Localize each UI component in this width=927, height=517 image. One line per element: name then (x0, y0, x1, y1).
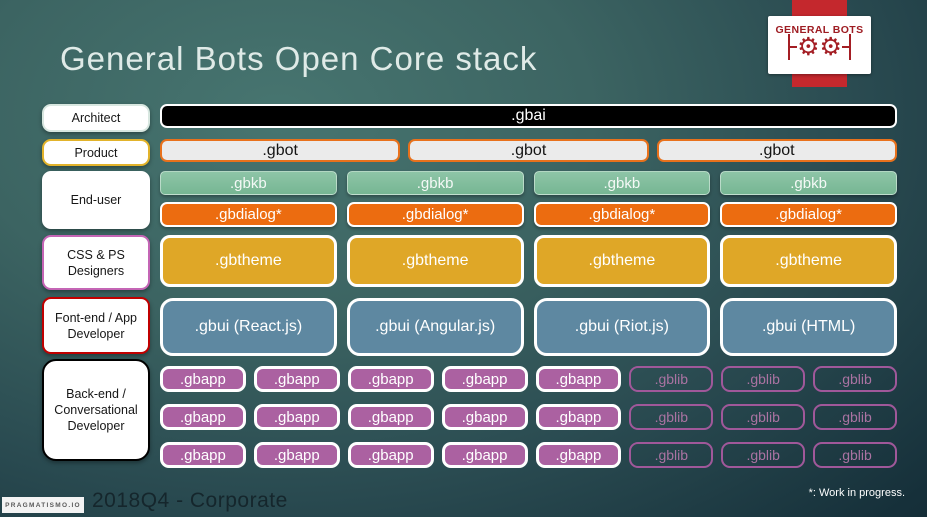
gbapp-box: .gbapp (441, 404, 528, 430)
gblib-box: .gblib (629, 366, 714, 392)
gbtheme-box: .gbtheme (533, 235, 711, 287)
row-label-end-user: End-user (42, 171, 150, 229)
gblib-box: .gblib (721, 404, 806, 430)
gbapp-box: .gbapp (253, 404, 340, 430)
gbkb-box: .gbkb (160, 171, 337, 195)
gear-icon: ⚙ (797, 33, 820, 61)
row-gbtheme: .gbtheme .gbtheme .gbtheme .gbtheme (160, 235, 897, 287)
gbdialog-box: .gbdialog* (533, 202, 711, 227)
gbot-box: .gbot (408, 139, 649, 162)
row-gbapp-3: .gbapp .gbapp .gbapp .gbapp .gbapp .gblib .gbl… (160, 442, 897, 468)
row-gbapp-2: .gbapp .gbapp .gbapp .gbapp .gbapp .gblib .gbl… (160, 404, 897, 430)
gblib-box: .gblib (813, 442, 897, 468)
gbkb-box: .gbkb (346, 171, 524, 195)
pragmatismo-logo-badge: PRAGMATISMO.IO (2, 497, 84, 513)
gear-right-bar (848, 34, 852, 60)
row-gbapp-1: .gbapp .gbapp .gbapp .gbapp .gbapp .gblib .gbl… (160, 366, 897, 392)
gbdialog-box: .gbdialog* (346, 202, 524, 227)
gbui-box: .gbui (HTML) (720, 298, 897, 356)
slide-background: General Bots Open Core stack GENERAL BOT… (0, 0, 927, 517)
gbdialog-box: .gbdialog* (160, 202, 337, 227)
footer-version-text: 2018Q4 - Corporate (92, 489, 288, 512)
gear-right-dash (841, 45, 849, 49)
row-gbui: .gbui (React.js) .gbui (Angular.js) .gbui … (160, 298, 897, 356)
gblib-box: .gblib (721, 442, 806, 468)
gears-icon: ⚙ ⚙ (768, 34, 871, 60)
gblib-box: .gblib (721, 366, 806, 392)
row-label-product: Product (42, 139, 150, 166)
row-gbot: .gbot .gbot .gbot (160, 139, 897, 162)
gblib-box: .gblib (813, 366, 897, 392)
gbapp-box: .gbapp (535, 404, 622, 430)
gbapp-box: .gbapp (535, 442, 622, 468)
row-label-architect: Architect (42, 104, 150, 132)
page-title: General Bots Open Core stack (60, 40, 538, 77)
gbkb-box: .gbkb (533, 171, 711, 195)
gbui-box: .gbui (Angular.js) (346, 298, 524, 356)
gbot-box: .gbot (160, 139, 401, 162)
gbapp-box: .gbapp (441, 366, 528, 392)
gbapp-box: .gbapp (535, 366, 622, 392)
row-gbdialog: .gbdialog* .gbdialog* .gbdialog* .gbdialog* (160, 202, 897, 227)
gbapp-box: .gbapp (253, 442, 340, 468)
gbapp-box: .gbapp (160, 366, 246, 392)
gbdialog-box: .gbdialog* (720, 202, 897, 227)
gbapp-box: .gbapp (347, 404, 434, 430)
row-label-frontend-app-developer: Font-end / App Developer (42, 297, 150, 354)
gbapp-box: .gbapp (347, 366, 434, 392)
gbai-box: .gbai (160, 104, 897, 128)
row-label-css-ps-designers: CSS & PS Designers (42, 235, 150, 290)
gblib-box: .gblib (629, 442, 714, 468)
gear-left-dash (790, 45, 798, 49)
gblib-box: .gblib (813, 404, 897, 430)
gbapp-box: .gbapp (160, 442, 246, 468)
gbui-box: .gbui (Riot.js) (533, 298, 711, 356)
general-bots-logo: GENERAL BOTS ⚙ ⚙ (768, 16, 871, 74)
gblib-box: .gblib (629, 404, 714, 430)
gbot-box: .gbot (656, 139, 897, 162)
gbkb-box: .gbkb (720, 171, 897, 195)
gbtheme-box: .gbtheme (160, 235, 337, 287)
gbapp-box: .gbapp (441, 442, 528, 468)
gbapp-box: .gbapp (347, 442, 434, 468)
gbtheme-box: .gbtheme (346, 235, 524, 287)
row-gbkb: .gbkb .gbkb .gbkb .gbkb (160, 171, 897, 195)
gear-icon: ⚙ (819, 33, 842, 61)
gbui-box: .gbui (React.js) (160, 298, 337, 356)
gbapp-box: .gbapp (253, 366, 340, 392)
row-gbai: .gbai (160, 104, 897, 128)
row-label-backend-conversational-developer: Back-end / Conversational Developer (42, 359, 150, 461)
gbtheme-box: .gbtheme (720, 235, 897, 287)
work-in-progress-note: *: Work in progress. (808, 487, 905, 499)
gbapp-box: .gbapp (160, 404, 246, 430)
